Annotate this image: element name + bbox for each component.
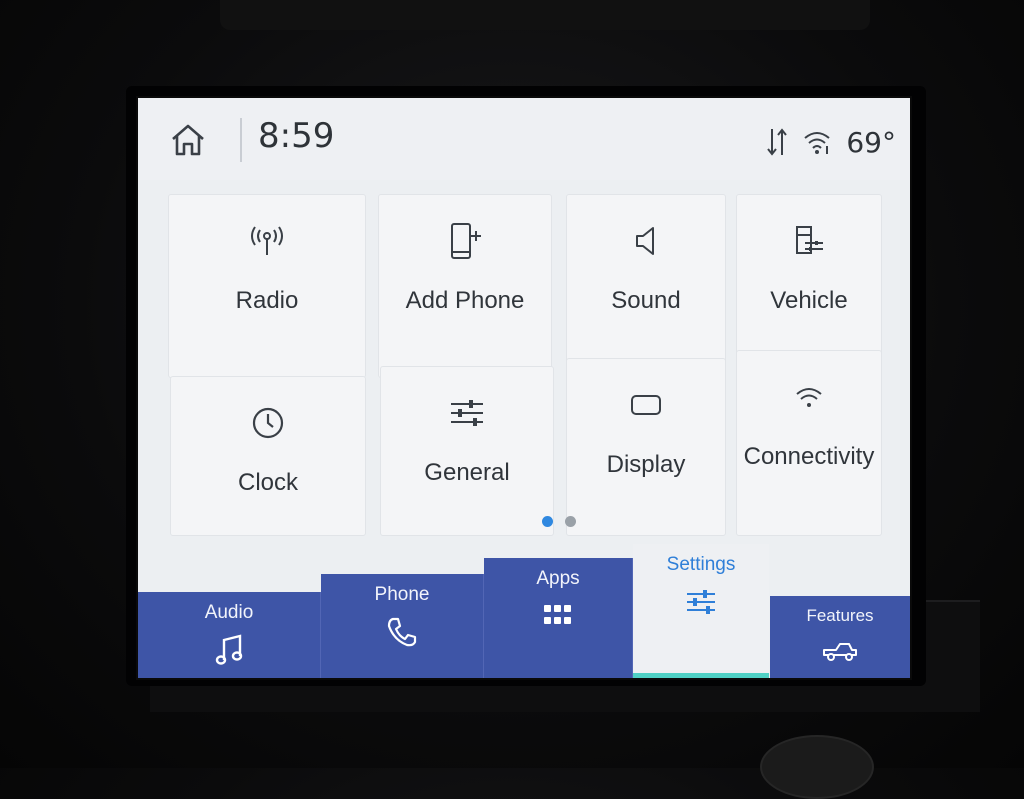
page-indicator: [542, 516, 576, 527]
phone-icon: [384, 614, 420, 650]
add-phone-icon: [445, 221, 485, 261]
wifi-icon: [789, 377, 829, 417]
wifi-icon: [804, 132, 830, 154]
tile-radio[interactable]: Radio: [168, 194, 366, 378]
sliders-icon: [447, 393, 487, 433]
nav-label: Audio: [204, 602, 254, 623]
selected-indicator: [633, 673, 769, 678]
tile-label: Clock: [237, 469, 298, 496]
tile-label: Display: [606, 451, 686, 478]
nav-phone[interactable]: Phone: [321, 574, 484, 678]
tile-label: General: [424, 459, 510, 486]
display-icon: [626, 385, 666, 425]
page-dot-2[interactable]: [565, 516, 576, 527]
home-icon: [172, 124, 204, 156]
tile-general[interactable]: General: [380, 366, 554, 536]
nav-apps[interactable]: Apps: [484, 558, 633, 678]
nav-features[interactable]: Features: [770, 596, 910, 678]
data-transfer-icon: [767, 128, 788, 156]
vehicle-settings-icon: [789, 221, 829, 261]
status-divider: [240, 118, 242, 162]
bottom-navigation: Audio Phone Apps Settings Features: [138, 544, 910, 678]
tile-connectivity[interactable]: Connectivity: [736, 350, 882, 536]
status-bar: 8:59 69°: [138, 98, 910, 180]
tile-label: Vehicle: [770, 287, 848, 314]
status-time: 8:59: [258, 116, 335, 156]
tile-sound[interactable]: Sound: [566, 194, 726, 364]
nav-settings[interactable]: Settings: [633, 544, 769, 678]
tile-display[interactable]: Display: [566, 358, 726, 536]
truck-icon: [822, 634, 858, 670]
tile-label: Add Phone: [405, 287, 525, 314]
tile-label: Radio: [235, 287, 299, 314]
clock-icon: [248, 403, 288, 443]
settings-grid: Radio Add Phone Sound Vehicle Clock Gene…: [168, 194, 888, 536]
dashboard-vent: [220, 0, 870, 30]
nav-label: Apps: [536, 568, 580, 589]
music-note-icon: [211, 632, 247, 668]
speaker-icon: [626, 221, 666, 261]
nav-label: Settings: [666, 554, 736, 575]
volume-knob: [760, 735, 874, 799]
infotainment-screen: 8:59 69° Radio Add Phone Sound Vehicle C…: [138, 98, 910, 678]
nav-label: Phone: [374, 584, 430, 605]
tile-label: Sound: [611, 287, 681, 314]
tile-add-phone[interactable]: Add Phone: [378, 194, 552, 378]
apps-grid-icon: [540, 598, 576, 634]
radio-antenna-icon: [247, 221, 287, 261]
tile-clock[interactable]: Clock: [170, 376, 366, 536]
tile-label: Connectivity: [743, 443, 875, 470]
page-dot-1[interactable]: [542, 516, 553, 527]
nav-audio[interactable]: Audio: [138, 592, 321, 678]
tile-vehicle[interactable]: Vehicle: [736, 194, 882, 356]
sliders-icon: [683, 584, 719, 620]
home-button[interactable]: [168, 120, 208, 160]
outside-temperature: 69°: [846, 125, 896, 159]
status-indicators: 69°: [766, 124, 896, 160]
nav-label: Features: [806, 606, 874, 625]
